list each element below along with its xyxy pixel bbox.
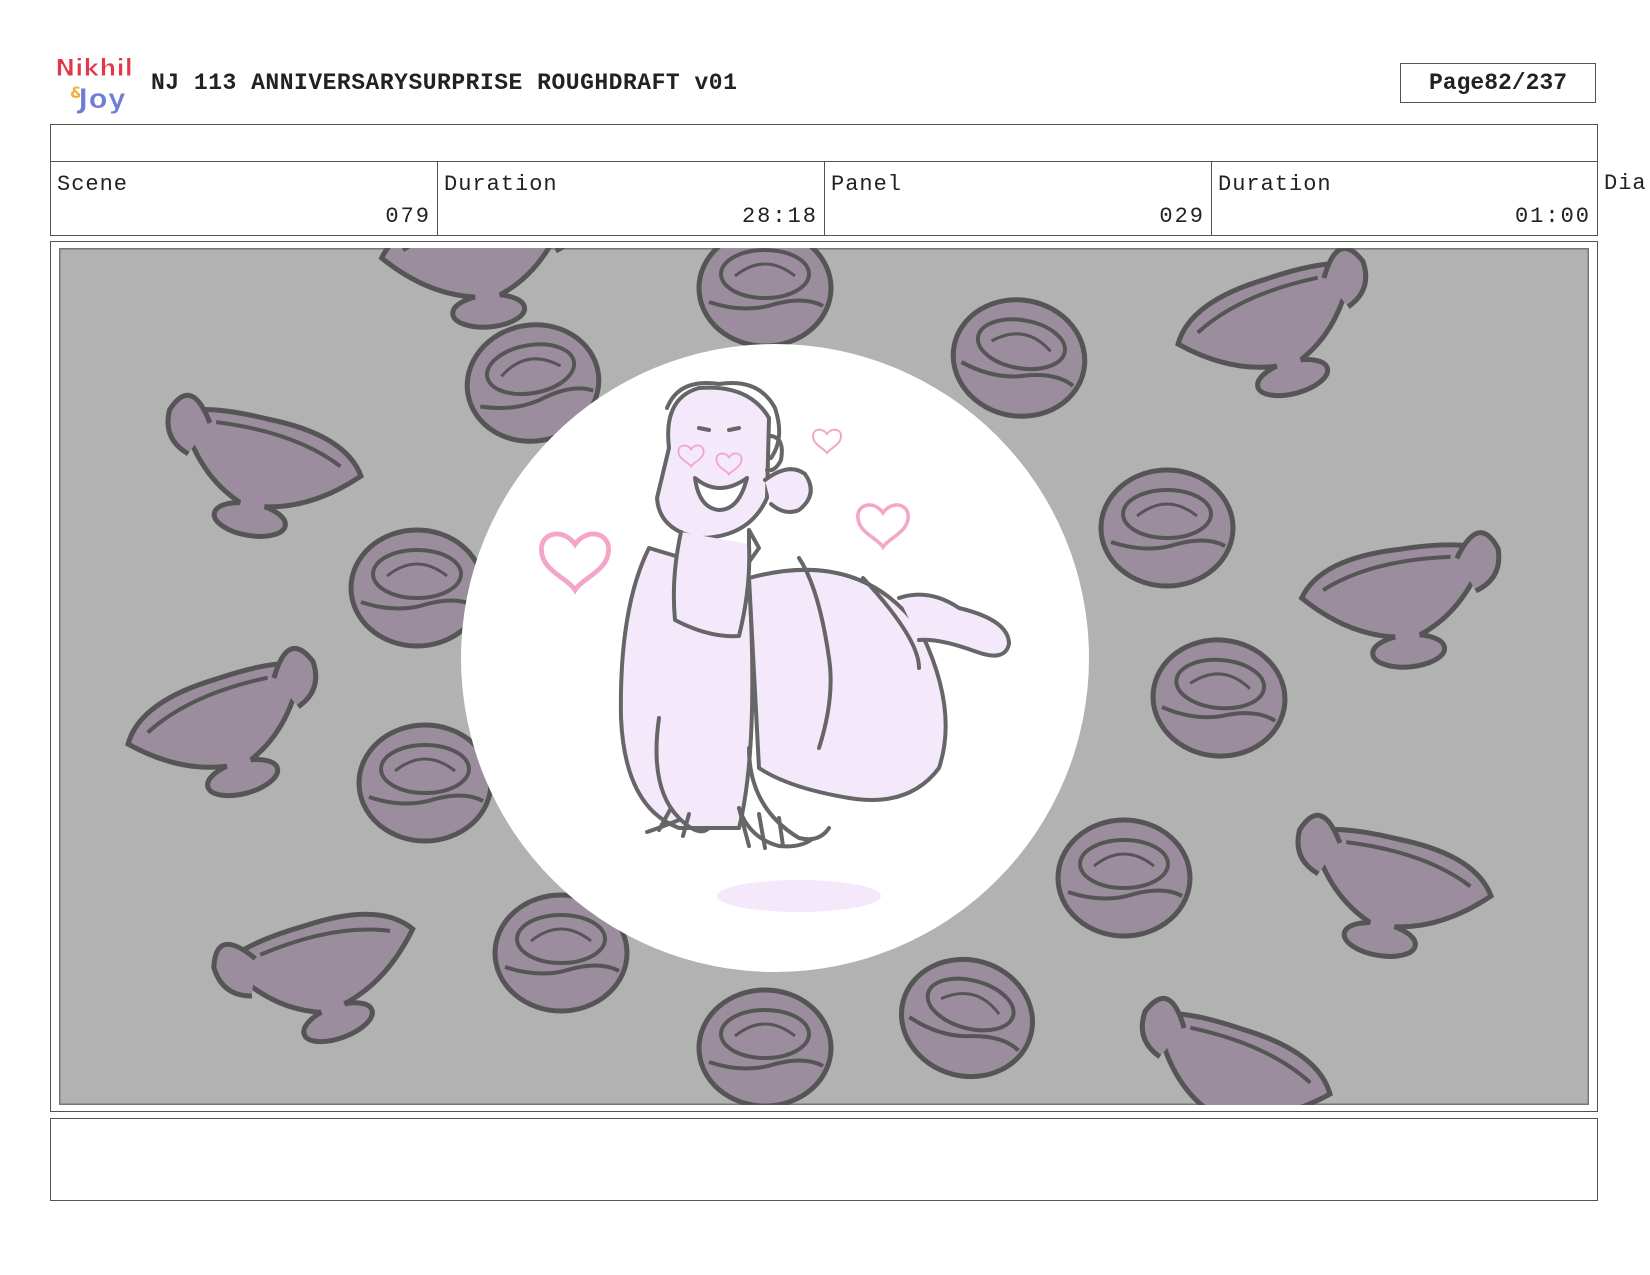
page-label: Page: [1428, 70, 1485, 96]
svg-text:Joy: Joy: [76, 82, 126, 115]
panel-duration-cell: Duration 01:00: [1211, 161, 1598, 236]
scene-info-row: Scene 079 Duration 28:18 Panel 029 Durat…: [50, 161, 1650, 236]
panel-duration-value: 01:00: [1514, 204, 1591, 229]
panel-cell: Panel 029: [824, 161, 1211, 236]
page-number: 82/237: [1484, 70, 1568, 96]
panel-duration-label: Duration: [1218, 172, 1332, 197]
scene-cell: Scene 079: [50, 161, 437, 236]
scene-number: 079: [385, 204, 431, 229]
scene-duration-cell: Duration 28:18: [437, 161, 824, 236]
svg-text:Nikhil: Nikhil: [55, 54, 133, 82]
document-title: NJ 113 ANNIVERSARYSURPRISE ROUGHDRAFT v0…: [151, 70, 738, 96]
panel-number: 029: [1159, 204, 1205, 229]
nikhil-and-joy-logo: Nikhil & Joy: [55, 54, 134, 116]
scene-duration-label: Duration: [444, 172, 558, 197]
storyboard-panel: [50, 241, 1598, 1112]
scene-duration-value: 28:18: [741, 204, 818, 229]
notes-box: [50, 1118, 1598, 1201]
scene-label: Scene: [57, 172, 129, 197]
header-blank-row: [50, 124, 1598, 161]
page-indicator: Page 82/237: [1400, 63, 1596, 103]
panel-drawing: [59, 248, 1589, 1105]
panel-label: Panel: [831, 172, 903, 197]
dialogue-label: Dia: [1604, 171, 1647, 196]
